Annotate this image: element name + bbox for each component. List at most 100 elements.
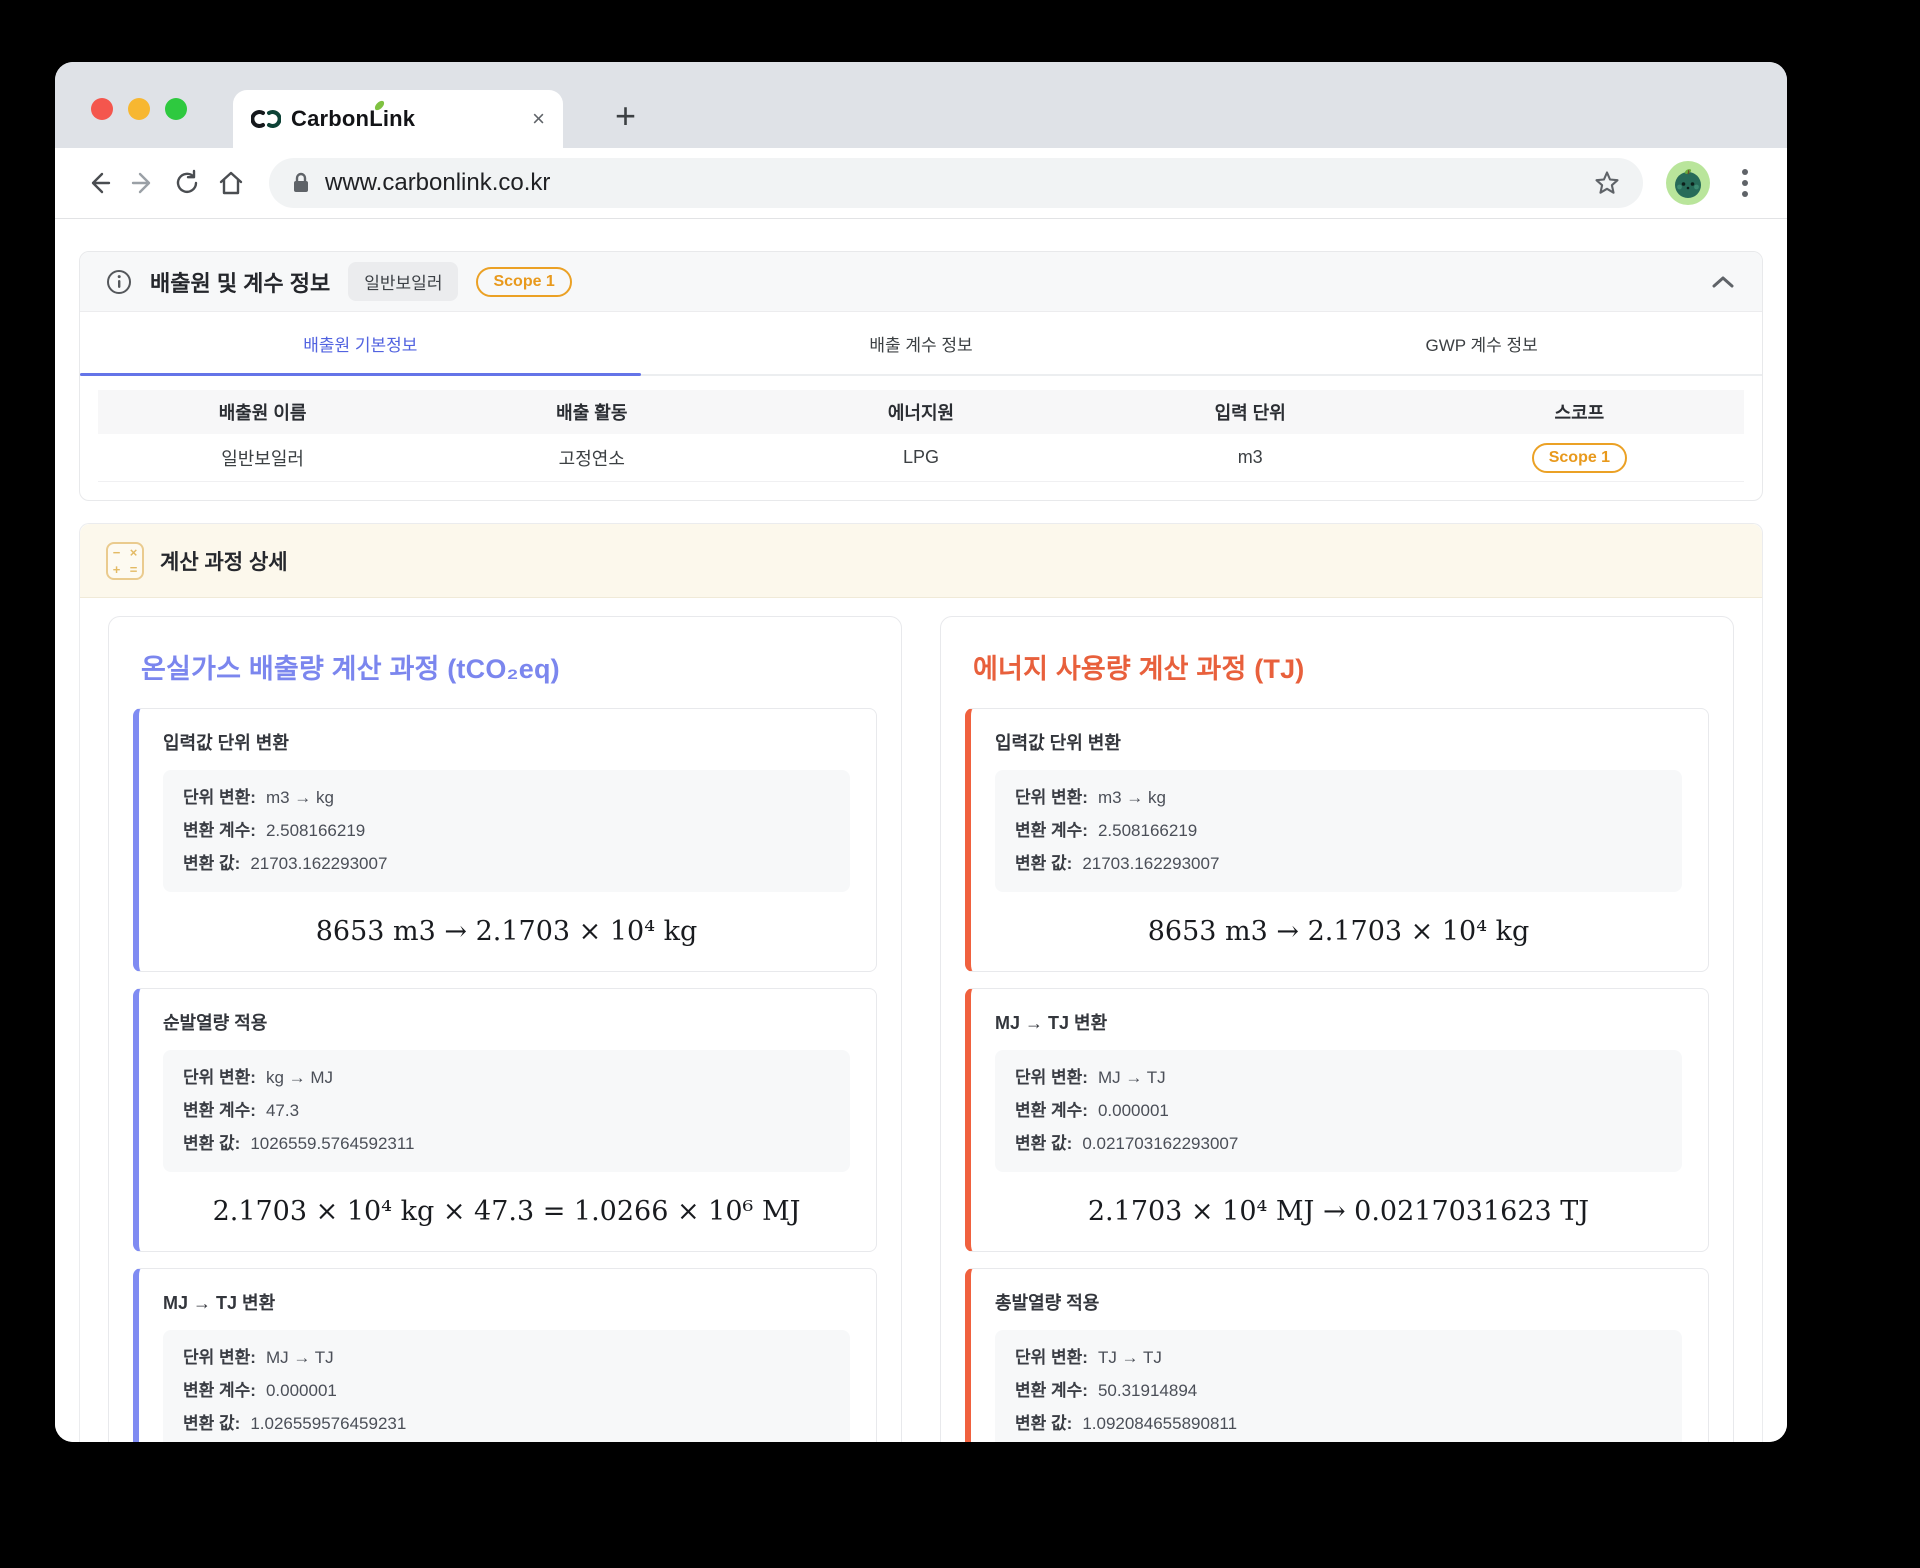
col-header-scope: 스코프 (1554, 403, 1605, 423)
emission-source-card: 배출원 및 계수 정보 일반보일러 Scope 1 배출원 기본정보 배출 계수… (79, 251, 1763, 501)
emission-source-header: 배출원 및 계수 정보 일반보일러 Scope 1 (80, 252, 1762, 312)
value-label: 변환 값: (183, 854, 241, 873)
step-formula: 8653 m3 → 2.1703 × 10⁴ kg (1147, 916, 1530, 947)
window-maximize-button[interactable] (165, 98, 187, 120)
address-bar[interactable]: www.carbonlink.co.kr (269, 158, 1643, 208)
info-icon (106, 269, 132, 295)
col-header-energy: 에너지원 (887, 403, 955, 423)
forward-button[interactable] (121, 161, 165, 205)
converted-value: 21703.162293007 (250, 854, 388, 873)
back-button[interactable] (77, 161, 121, 205)
energy-calculation-column: 에너지 사용량 계산 과정 (TJ) 입력값 단위 변환 단위 변환: m3 → … (940, 616, 1734, 1442)
factor-label: 변환 계수: (1015, 1381, 1088, 1400)
step-info-box: 단위 변환: MJ → TJ 변환 계수: 0.000001 변환 값: 1.0265… (163, 1330, 850, 1442)
new-tab-button[interactable]: + (615, 98, 636, 134)
calculation-columns: 온실가스 배출량 계산 과정 (tCO₂eq) 입력값 단위 변환 단위 변환:… (80, 598, 1762, 1442)
converted-value: 1.092084655890811 (1082, 1414, 1238, 1433)
value-label: 변환 값: (1015, 1414, 1073, 1433)
step-title: 총발열량 적용 (995, 1293, 1100, 1313)
step-title: MJ → TJ 변환 (163, 1293, 276, 1313)
cell-input-unit: m3 (1237, 447, 1263, 467)
unit-value: MJ → TJ (265, 1348, 334, 1367)
cell-activity: 고정연소 (558, 448, 625, 469)
step-title: 순발열량 적용 (163, 1013, 268, 1033)
unit-label: 단위 변환: (183, 788, 256, 807)
factor-value: 2.508166219 (265, 821, 366, 840)
lock-icon (291, 171, 311, 195)
factor-value: 2.508166219 (1097, 821, 1198, 840)
scope-badge: Scope 1 (476, 266, 572, 297)
collapse-chevron-up-icon[interactable] (1710, 274, 1736, 290)
factor-value: 0.000001 (1097, 1101, 1169, 1120)
source-name-pill: 일반보일러 (348, 262, 459, 301)
col-header-activity: 배출 활동 (556, 403, 628, 423)
factor-value: 0.000001 (265, 1381, 337, 1400)
cell-energy: LPG (902, 447, 939, 467)
step-title: MJ → TJ 변환 (995, 1013, 1108, 1033)
tab-close-icon[interactable]: × (532, 108, 545, 130)
col-header-input-unit: 입력 단위 (1214, 403, 1286, 423)
step-info-box: 단위 변환: kg → MJ 변환 계수: 47.3 변환 값: 1026559.57… (163, 1050, 850, 1172)
cell-source-name: 일반보일러 (221, 448, 304, 469)
unit-label: 단위 변환: (183, 1348, 256, 1367)
screenshot-stage: CarbonLink × + www.carbonlink.co.kr 배출원 … (0, 0, 1920, 1568)
unit-label: 단위 변환: (1015, 1348, 1088, 1367)
converted-value: 21703.162293007 (1082, 854, 1220, 873)
tab-gwp-factor-info[interactable]: GWP 계수 정보 (1201, 312, 1762, 374)
calculation-detail-card: − × + = 계산 과정 상세 온실가스 배출량 계산 과정 (tCO₂eq) 입력… (79, 523, 1763, 1442)
table-header-row: 배출원 이름 배출 활동 에너지원 입력 단위 스코프 (98, 390, 1744, 434)
calculation-detail-header: − × + = 계산 과정 상세 (80, 524, 1762, 598)
unit-value: kg → MJ (265, 1068, 334, 1087)
energy-step-2-card: MJ → TJ 변환 단위 변환: MJ → TJ 변환 계수: 0.000001 … (965, 988, 1709, 1252)
unit-value: m3 → kg (265, 788, 334, 807)
calculation-detail-title: 계산 과정 상세 (160, 550, 288, 574)
ghg-calculation-column: 온실가스 배출량 계산 과정 (tCO₂eq) 입력값 단위 변환 단위 변환:… (108, 616, 902, 1442)
cell-scope-badge: Scope 1 (1531, 442, 1628, 473)
bookmark-star-icon[interactable] (1593, 169, 1621, 197)
section-title: 배출원 및 계수 정보 (150, 270, 331, 296)
factor-label: 변환 계수: (183, 1101, 256, 1120)
factor-label: 변환 계수: (183, 821, 256, 840)
tab-emission-factor-info[interactable]: 배출 계수 정보 (641, 312, 1202, 374)
table-row: 일반보일러 고정연소 LPG m3 Scope 1 (98, 434, 1744, 482)
step-title: 입력값 단위 변환 (163, 733, 289, 753)
step-formula: 8653 m3 → 2.1703 × 10⁴ kg (315, 916, 698, 947)
value-label: 변환 값: (1015, 1134, 1073, 1153)
unit-label: 단위 변환: (1015, 1068, 1088, 1087)
energy-column-title: 에너지 사용량 계산 과정 (TJ) (973, 654, 1305, 684)
browser-tab-strip: CarbonLink × + (55, 62, 1787, 148)
energy-step-1-card: 입력값 단위 변환 단위 변환: m3 → kg 변환 계수: 2.50816621… (965, 708, 1709, 972)
converted-value: 1026559.5764592311 (250, 1134, 415, 1153)
factor-value: 47.3 (265, 1101, 300, 1120)
browser-window: CarbonLink × + www.carbonlink.co.kr 배출원 … (55, 62, 1787, 1442)
value-label: 변환 값: (1015, 854, 1073, 873)
converted-value: 0.021703162293007 (1082, 1134, 1239, 1153)
url-text[interactable]: www.carbonlink.co.kr (325, 169, 1579, 197)
step-formula: 2.1703 × 10⁴ kg × 47.3 = 1.0266 × 10⁶ MJ (212, 1196, 801, 1227)
unit-value: m3 → kg (1097, 788, 1166, 807)
step-title: 입력값 단위 변환 (995, 733, 1121, 753)
value-label: 변환 값: (183, 1134, 241, 1153)
home-button[interactable] (209, 161, 253, 205)
browser-tab[interactable]: CarbonLink × (233, 90, 563, 148)
window-close-button[interactable] (91, 98, 113, 120)
reload-button[interactable] (165, 161, 209, 205)
page-content: 배출원 및 계수 정보 일반보일러 Scope 1 배출원 기본정보 배출 계수… (55, 219, 1787, 1442)
energy-step-3-card: 총발열량 적용 단위 변환: TJ → TJ 변환 계수: 50.31914894 … (965, 1268, 1709, 1442)
tab-title: CarbonLink (291, 99, 415, 132)
profile-avatar[interactable] (1665, 160, 1711, 206)
tab-source-basic-info[interactable]: 배출원 기본정보 (80, 312, 641, 376)
factor-label: 변환 계수: (1015, 1101, 1088, 1120)
ghg-step-2-card: 순발열량 적용 단위 변환: kg → MJ 변환 계수: 47.3 변환 값: 10… (133, 988, 877, 1252)
step-info-box: 단위 변환: MJ → TJ 변환 계수: 0.000001 변환 값: 0.0217… (995, 1050, 1682, 1172)
ghg-step-3-card: MJ → TJ 변환 단위 변환: MJ → TJ 변환 계수: 0.000001 … (133, 1268, 877, 1442)
info-tabs: 배출원 기본정보 배출 계수 정보 GWP 계수 정보 (80, 312, 1762, 376)
traffic-lights (91, 98, 187, 120)
window-minimize-button[interactable] (128, 98, 150, 120)
step-info-box: 단위 변환: m3 → kg 변환 계수: 2.508166219 변환 값: 217… (163, 770, 850, 892)
calculator-icon: − × + = (106, 541, 144, 580)
step-formula: 2.1703 × 10⁴ MJ → 0.0217031623 TJ (1087, 1196, 1590, 1227)
ghg-step-1-card: 입력값 단위 변환 단위 변환: m3 → kg 변환 계수: 2.50816621… (133, 708, 877, 972)
carbonlink-logo-icon (251, 109, 281, 129)
browser-menu-icon[interactable] (1725, 163, 1765, 203)
